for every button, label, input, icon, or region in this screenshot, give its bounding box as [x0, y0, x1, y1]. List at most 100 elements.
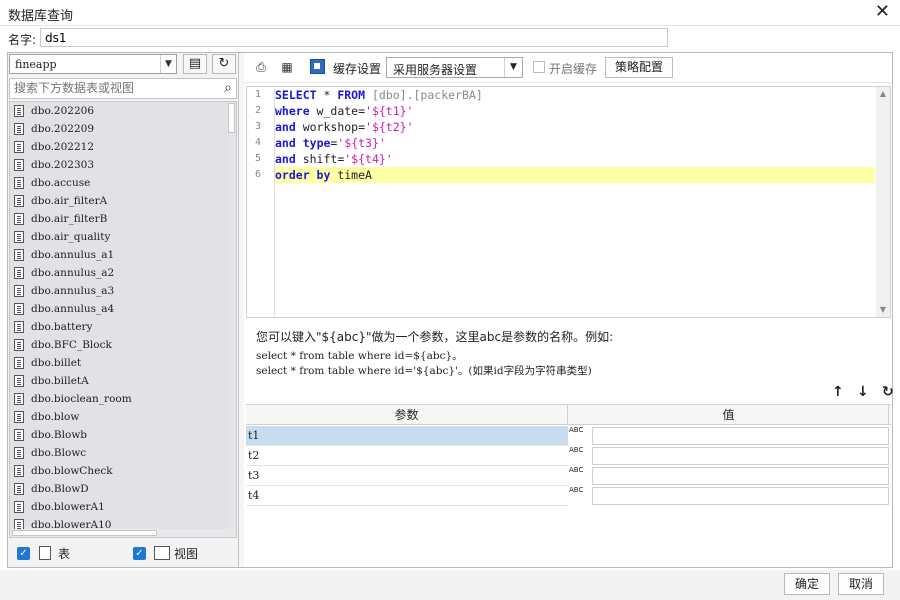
- scroll-up-icon[interactable]: ▲: [876, 87, 890, 101]
- table-list-item[interactable]: dbo.202303: [10, 156, 236, 174]
- line-number: 2: [254, 105, 261, 116]
- chevron-down-icon[interactable]: ▼: [504, 58, 522, 77]
- table-list-item[interactable]: dbo.annulus_a2: [10, 264, 236, 282]
- show-views-checkbox[interactable]: ✓: [133, 547, 146, 560]
- code-token: and: [275, 152, 296, 166]
- table-list-item[interactable]: dbo.202206: [10, 102, 236, 120]
- cancel-button[interactable]: 取消: [838, 573, 884, 595]
- table-list-item[interactable]: dbo.accuse: [10, 174, 236, 192]
- parameter-name: t2: [246, 446, 568, 466]
- table-list-item[interactable]: dbo.blow: [10, 408, 236, 426]
- parameter-value-input[interactable]: [592, 447, 889, 465]
- sql-code-area[interactable]: SELECT * FROM [dbo].[packerBA] where w_da…: [275, 87, 875, 317]
- table-name: dbo.billet: [31, 357, 82, 369]
- chevron-down-icon[interactable]: ▼: [160, 55, 176, 73]
- move-down-icon[interactable]: ↓: [857, 384, 869, 400]
- table-list-item[interactable]: dbo.blowerA1: [10, 498, 236, 516]
- close-icon[interactable]: ✕: [875, 3, 890, 21]
- code-token: workshop=: [295, 120, 366, 134]
- table-list-item[interactable]: dbo.202212: [10, 138, 236, 156]
- editor-vscrollbar[interactable]: ▲ ▼: [876, 87, 890, 317]
- table-list-item[interactable]: dbo.air_filterB: [10, 210, 236, 228]
- view-icon: [154, 546, 170, 560]
- table-icon: [14, 195, 24, 207]
- table-list-item[interactable]: dbo.BlowD: [10, 480, 236, 498]
- type-label: ABC: [569, 446, 584, 454]
- column-header-value: 值: [569, 405, 889, 425]
- table-list-item[interactable]: dbo.battery: [10, 318, 236, 336]
- sql-editor[interactable]: 123456 SELECT * FROM [dbo].[packerBA] whe…: [246, 86, 891, 318]
- table-search-input[interactable]: [10, 79, 210, 97]
- parameter-value-input[interactable]: [592, 427, 889, 445]
- table-tree[interactable]: dbo.202206 dbo.202209 dbo.202212 dbo.202303…: [9, 101, 237, 538]
- scrollbar-thumb[interactable]: [12, 530, 157, 536]
- table-icon: [14, 105, 24, 117]
- enable-cache-checkbox[interactable]: [533, 61, 545, 73]
- cache-mode-value: 采用服务器设置: [393, 63, 478, 77]
- policy-config-button[interactable]: 策略配置: [605, 57, 673, 78]
- line-number: 1: [254, 89, 261, 100]
- code-line: order by timeA: [275, 167, 875, 183]
- table-name: dbo.blowCheck: [31, 465, 113, 477]
- table-search-box[interactable]: ⌕: [9, 78, 237, 99]
- table-name: dbo.air_filterB: [31, 213, 108, 225]
- enable-cache-label: 开启缓存: [549, 62, 598, 76]
- table-tree-hscrollbar[interactable]: [10, 529, 236, 537]
- refresh-params-icon[interactable]: ↻: [882, 384, 894, 400]
- table-preview-button[interactable]: ▤: [183, 54, 207, 74]
- name-input[interactable]: [40, 28, 668, 47]
- string-type-icon[interactable]: ABC: [569, 487, 591, 505]
- parameter-hint: 您可以键入"${abc}"做为一个参数，这里abc是参数的名称。例如: sele…: [256, 328, 876, 379]
- preview-icon[interactable]: ⎙: [253, 59, 269, 75]
- table-name: dbo.battery: [31, 321, 93, 333]
- search-icon[interactable]: ⌕: [224, 80, 232, 96]
- parameter-row[interactable]: t1 ABC: [246, 426, 891, 446]
- table-icon: [14, 177, 24, 189]
- table-tree-vscrollbar[interactable]: [227, 102, 236, 537]
- hint-line-3: select * from table where id='${abc}'。(如…: [256, 365, 592, 377]
- table-list-item[interactable]: dbo.blowCheck: [10, 462, 236, 480]
- table-list-item[interactable]: dbo.annulus_a4: [10, 300, 236, 318]
- table-list-item[interactable]: dbo.annulus_a1: [10, 246, 236, 264]
- table-name: dbo.blow: [31, 411, 80, 423]
- code-line: and shift='${t4}': [275, 151, 875, 167]
- table-icon: [14, 267, 24, 279]
- table-list-item[interactable]: dbo.bioclean_room: [10, 390, 236, 408]
- move-up-icon[interactable]: ↑: [832, 384, 844, 400]
- parameter-row[interactable]: t2 ABC: [246, 446, 891, 466]
- table-list-item[interactable]: dbo.BFC_Block: [10, 336, 236, 354]
- string-type-icon[interactable]: ABC: [569, 447, 591, 465]
- parameter-value-input[interactable]: [592, 487, 889, 505]
- table-list-item[interactable]: dbo.Blowc: [10, 444, 236, 462]
- scroll-down-icon[interactable]: ▼: [876, 303, 890, 317]
- parameter-value-input[interactable]: [592, 467, 889, 485]
- table-list-item[interactable]: dbo.billetA: [10, 372, 236, 390]
- table-icon: [14, 483, 24, 495]
- table-list-item[interactable]: dbo.202209: [10, 120, 236, 138]
- scrollbar-thumb[interactable]: [228, 103, 235, 133]
- table-icon: [14, 429, 24, 441]
- refresh-tables-button[interactable]: ↻: [212, 54, 236, 74]
- string-type-icon[interactable]: ABC: [569, 467, 591, 485]
- database-select[interactable]: fineapp ▼: [9, 54, 177, 74]
- table-list-item[interactable]: dbo.billet: [10, 354, 236, 372]
- parameter-row[interactable]: t4 ABC: [246, 486, 891, 506]
- parameter-row[interactable]: t3 ABC: [246, 466, 891, 486]
- code-token: and: [275, 120, 296, 134]
- ok-button[interactable]: 确定: [784, 573, 830, 595]
- code-token: '${t3}': [337, 136, 386, 150]
- show-tables-checkbox[interactable]: ✓: [17, 547, 30, 560]
- table-name: dbo.202209: [31, 123, 94, 135]
- table-name: dbo.annulus_a2: [31, 267, 115, 279]
- table-list-item[interactable]: dbo.Blowb: [10, 426, 236, 444]
- title-bar: 数据库查询 ✕: [0, 0, 900, 26]
- table-name: dbo.202212: [31, 141, 94, 153]
- string-type-icon[interactable]: ABC: [569, 427, 591, 445]
- table-list-item[interactable]: dbo.air_filterA: [10, 192, 236, 210]
- table-list-item[interactable]: dbo.annulus_a3: [10, 282, 236, 300]
- cache-mode-select[interactable]: 采用服务器设置 ▼: [386, 57, 523, 78]
- table-name: dbo.blowerA1: [31, 501, 105, 513]
- table-list-item[interactable]: dbo.air_quality: [10, 228, 236, 246]
- print-icon[interactable]: ▦: [279, 59, 295, 75]
